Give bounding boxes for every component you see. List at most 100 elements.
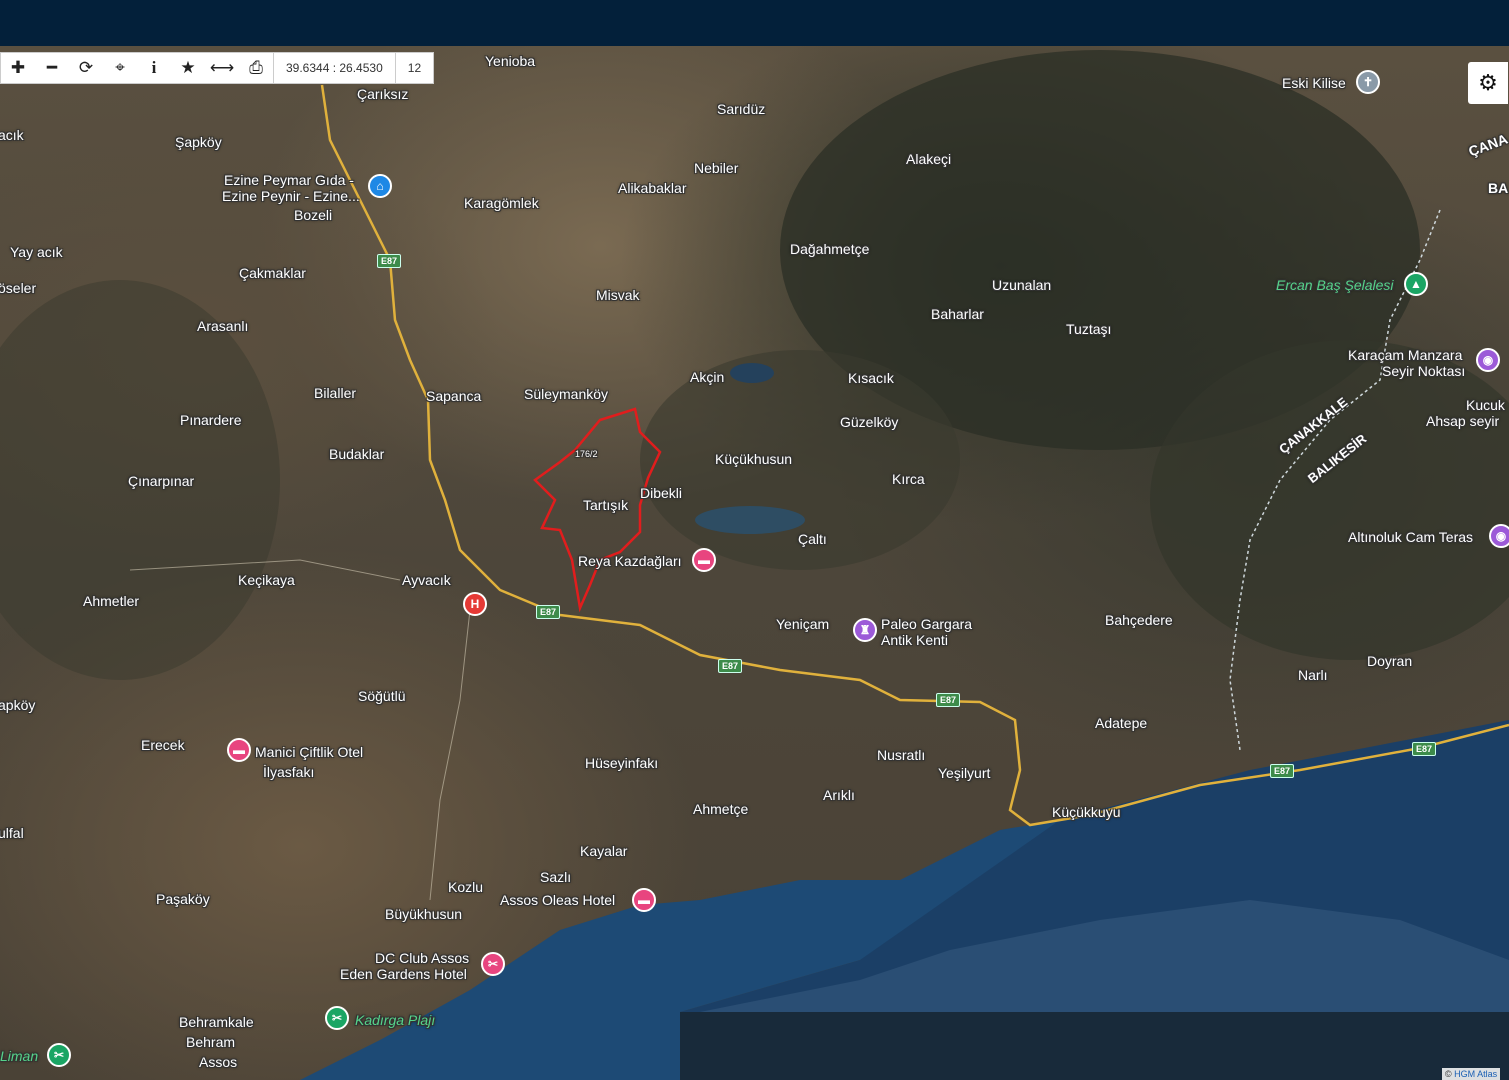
poi-label: Kadırga Plajı [355,1012,436,1028]
settings-gear-icon[interactable]: ⚙ [1468,62,1508,104]
place-label: Küçükkuyu [1052,804,1121,820]
poi-label: Liman [0,1048,39,1064]
place-label: Şapköy [175,134,222,150]
poi-label: Reya Kazdağları [578,553,682,569]
poi-label: Assos Oleas Hotel [500,892,616,908]
place-label: Narlı [1298,667,1328,683]
place-label: Yeşilyurt [938,765,991,781]
place-label: Arasanlı [197,318,249,334]
satellite-map[interactable]: Yenioba Çarıksız Sarıdüz Eski Kilise Şap… [0,46,1509,1080]
poi-label: Ezine Peymar Gıda - [224,172,354,188]
poi-label: Antik Kenti [881,632,948,648]
road-shield: E87 [377,254,402,268]
road-shield: E87 [1270,764,1295,778]
place-label: Çınarpınar [128,473,195,489]
place-label: Paşaköy [156,891,210,907]
secondary-road [429,609,471,901]
parcel-label: 176/2 [575,449,598,459]
place-label: Güzelköy [840,414,899,430]
place-label: Bahçedere [1105,612,1173,628]
place-label: Kısacık [848,370,894,386]
church-pin-icon[interactable]: ✝ [1356,70,1380,94]
place-label: ulfal [0,825,24,841]
measure-icon[interactable]: ⟷ [205,53,239,83]
locate-icon[interactable]: ⌖ [103,53,137,83]
map-attribution: © HGM Atlas [1442,1068,1501,1080]
place-label: Pınardere [180,412,242,428]
place-label: Çaltı [798,531,827,547]
place-label: Ahmetçe [693,801,749,817]
sea-dark-strip [680,1012,1509,1080]
place-label: Süleymanköy [524,386,609,402]
place-label: Karagömlek [464,195,539,211]
shop-pin-icon[interactable]: ⌂ [368,174,392,198]
place-label: Sarıdüz [717,101,766,117]
place-label: Tartışık [583,497,629,513]
road-shield: E87 [936,693,961,707]
place-label: Yeniçam [776,616,830,632]
poi-label: Altınoluk Cam Teras [1348,529,1474,545]
place-label: Bilaller [314,385,357,401]
attribution-link[interactable]: HGM Atlas [1454,1069,1497,1079]
waterfall-pin-icon[interactable]: ▲ [1404,272,1428,296]
place-label: Kozlu [448,879,484,895]
hotel-pin-icon[interactable]: ▬ [227,738,251,762]
place-label: Bozeli [294,207,333,223]
poi-label: Kucuk [1466,397,1505,413]
poi-label: Ercan Baş Şelalesi [1276,277,1394,293]
place-label: Behram [186,1034,236,1050]
ruins-pin-icon[interactable]: ♜ [853,618,877,642]
place-label: acık [0,127,24,143]
place-label: Budaklar [329,446,385,462]
place-label: Uzunalan [992,277,1052,293]
place-label: Sazlı [540,869,572,885]
lake [730,363,774,383]
place-label: Nusratlı [877,747,926,763]
place-label: Assos [199,1054,238,1070]
viewpoint-pin-icon[interactable]: ◉ [1489,524,1509,548]
poi-label: Eden Gardens Hotel [340,966,467,982]
poi-label: Ezine Peynir - Ezine... [222,188,360,204]
place-label: Eski Kilise [1282,75,1346,91]
province-label: BA [1488,180,1509,196]
place-label: Çarıksız [357,86,409,102]
poi-label: DC Club Assos [375,950,470,966]
poi-label: Manici Çiftlik Otel [255,744,364,760]
poi-label: Paleo Gargara [881,616,973,632]
road-shield: E87 [718,659,743,673]
viewpoint-pin-icon[interactable]: ◉ [1476,348,1500,372]
poi-label: Seyir Noktası [1382,363,1466,379]
place-label: İlyasfakı [263,764,315,780]
top-header-bar [0,0,1509,46]
place-label: Büyükhusun [385,906,463,922]
coordinate-readout: 39.6344 : 26.4530 [273,53,395,83]
hotel-pin-icon[interactable]: ▬ [632,888,656,912]
place-label: Dibekli [640,485,683,501]
place-label: Kayalar [580,843,628,859]
refresh-icon[interactable]: ⟳ [69,53,103,83]
poi-label: Ahsap seyir [1426,413,1500,429]
lake [695,506,805,534]
resort-pin-icon[interactable]: ✂ [481,952,505,976]
place-label: Behramkale [179,1014,254,1030]
harbor-pin-icon[interactable]: ✂ [47,1043,71,1067]
place-label: Keçikaya [238,572,295,588]
place-label: Alikabaklar [618,180,687,196]
place-label: Sapanca [426,388,482,404]
info-icon[interactable]: i [137,53,171,83]
zoom-in-icon[interactable]: ✚ [1,53,35,83]
hotel-pin-icon[interactable]: ▬ [692,548,716,572]
print-icon[interactable]: ⎙ [239,53,273,83]
place-label: Dağahmetçe [790,241,870,257]
place-label: Doyran [1367,653,1413,669]
zoom-out-icon[interactable]: ━ [35,53,69,83]
hospital-pin-icon[interactable]: H [463,592,487,616]
place-label: Erecek [141,737,185,753]
map-toolbar: ✚ ━ ⟳ ⌖ i ★ ⟷ ⎙ 39.6344 : 26.4530 12 [0,52,435,84]
place-label: Akçin [690,369,725,385]
place-label: Yenioba [485,53,536,69]
place-label: Tuztaşı [1066,321,1112,337]
favorite-icon[interactable]: ★ [171,53,205,83]
zoom-level-readout: 12 [394,53,433,83]
beach-pin-icon[interactable]: ✂ [325,1006,349,1030]
